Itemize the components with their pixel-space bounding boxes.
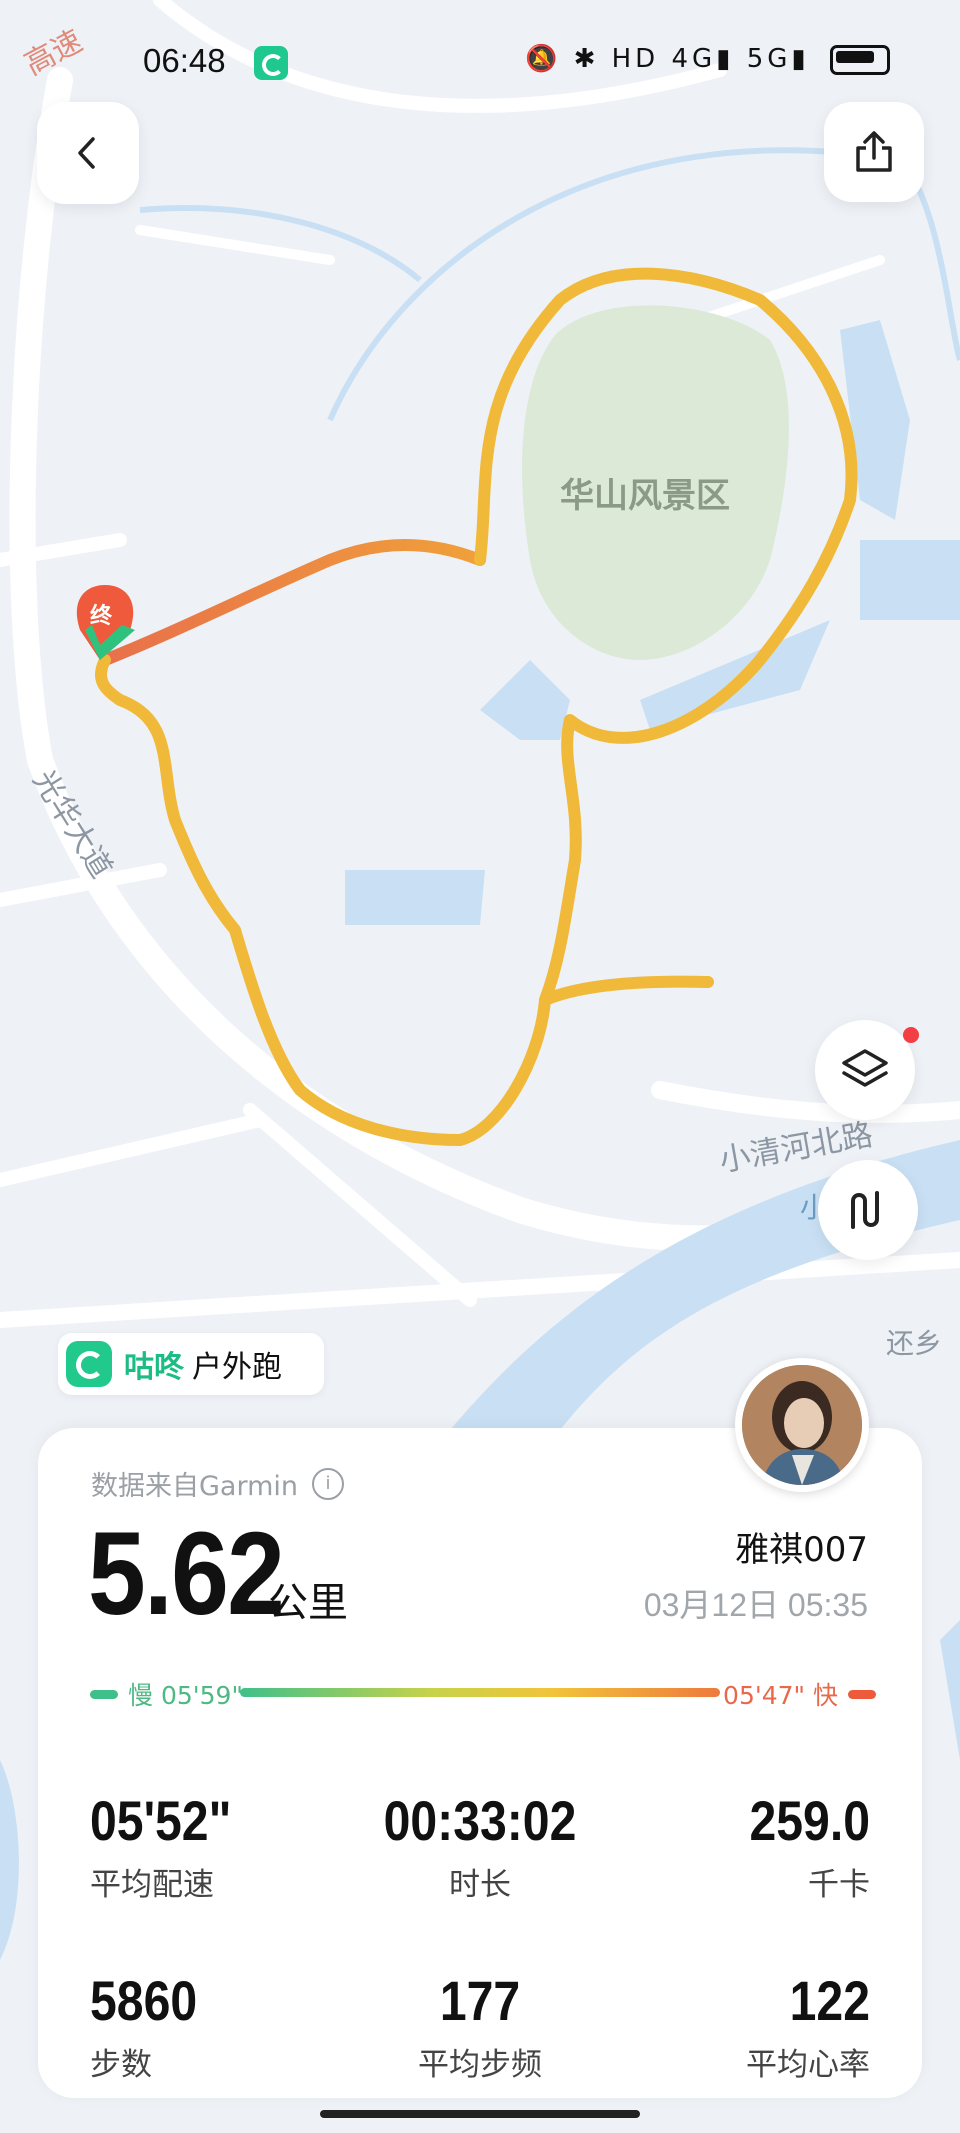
data-source: 数据来自Garmin i [91, 1464, 345, 1503]
status-icons: 🔕 ✱ HD 4G▮ 5G▮ [525, 44, 890, 75]
route-wave-icon [851, 1191, 879, 1229]
share-button[interactable] [824, 102, 924, 202]
pace-gradient [240, 1688, 720, 1697]
stat-value: 00:33:02 [383, 1789, 577, 1852]
brand-badge: 咕咚 户外跑 [58, 1333, 324, 1395]
pace-slow-label: 慢 05'59" [128, 1681, 243, 1710]
stat-heart-rate: 122 平均心率 [610, 1968, 870, 2084]
stat-value: 177 [439, 1969, 521, 2032]
status-bar: 06:48 🔕 ✱ HD 4G▮ 5G▮ [0, 30, 960, 90]
brand-name: 咕咚 [124, 1350, 184, 1385]
pace-fast: 05'47" 快 [723, 1676, 876, 1712]
codoon-logo-icon [66, 1341, 112, 1387]
avatar[interactable] [735, 1358, 869, 1492]
notification-dot [903, 1027, 919, 1043]
layers-icon [842, 1049, 888, 1087]
pace-fast-label: 05'47" 快 [723, 1681, 838, 1710]
avatar-photo [742, 1365, 862, 1485]
sport-type: 户外跑 [192, 1350, 282, 1385]
pace-slow: 慢 05'59" [90, 1676, 243, 1712]
stat-label: 时长 [449, 1867, 511, 1903]
info-icon[interactable]: i [312, 1467, 345, 1500]
app-notification-icon [254, 46, 288, 80]
home-indicator[interactable] [320, 2110, 640, 2118]
stat-cadence: 177 平均步频 [350, 1968, 610, 2084]
stat-value: 259.0 [749, 1789, 870, 1852]
map-label-park: 华山风景区 [560, 476, 730, 516]
stat-value: 122 [789, 1969, 870, 2032]
status-icons-text: 🔕 ✱ HD 4G▮ 5G▮ [524, 44, 810, 74]
slow-dash [90, 1689, 118, 1699]
back-button[interactable] [37, 102, 139, 204]
distance-unit: 公里 [268, 1580, 348, 1626]
end-marker-label: 终 [90, 604, 113, 629]
chevron-left-icon [78, 137, 95, 169]
stat-label: 平均配速 [90, 1867, 214, 1903]
fast-dash [848, 1689, 876, 1699]
distance-value: 5.62 [88, 1508, 285, 1640]
stat-calories: 259.0 千卡 [610, 1788, 870, 1904]
stat-value: 5860 [90, 1969, 198, 2032]
stat-avg-pace: 05'52" 平均配速 [90, 1788, 350, 1904]
pace-legend: 慢 05'59" 05'47" 快 [90, 1674, 876, 1710]
map-layers-button[interactable] [815, 1020, 915, 1120]
route-replay-button[interactable] [818, 1160, 918, 1260]
battery-icon [830, 44, 890, 75]
user-name[interactable]: 雅祺007 [735, 1522, 868, 1571]
stat-label: 平均心率 [746, 2047, 870, 2083]
workout-summary-card: 数据来自Garmin i 5.62 公里 雅祺007 03月12日 05:35 … [38, 1428, 922, 2098]
stat-label: 平均步频 [418, 2047, 542, 2083]
workout-datetime: 03月12日 05:35 [643, 1587, 868, 1623]
data-source-text: 数据来自Garmin [91, 1471, 299, 1502]
stat-steps: 5860 步数 [90, 1968, 350, 2084]
stat-label: 千卡 [808, 1867, 870, 1903]
status-time: 06:48 [143, 42, 226, 79]
stat-label: 步数 [90, 2047, 152, 2083]
map-label-place-right: 还乡 [886, 1327, 943, 1360]
share-icon [856, 131, 892, 172]
stat-duration: 00:33:02 时长 [350, 1788, 610, 1904]
avatar-portrait-icon [742, 1365, 862, 1485]
stat-value: 05'52" [90, 1789, 232, 1852]
